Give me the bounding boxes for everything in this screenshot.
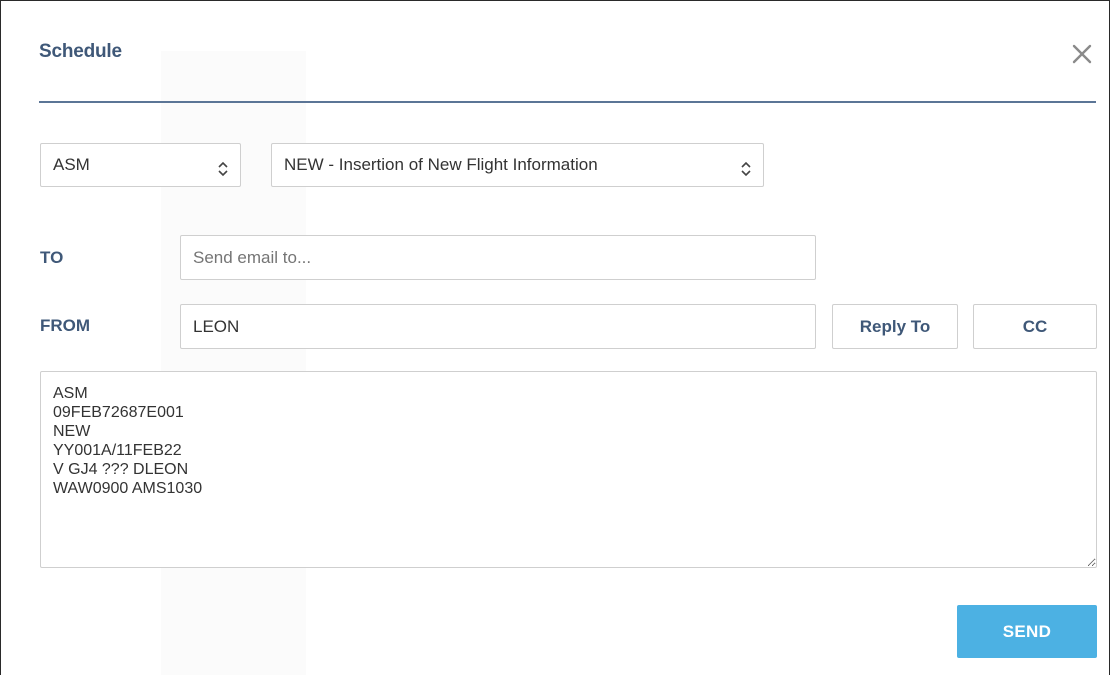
message-type-value: ASM [53, 155, 90, 174]
from-label: FROM [40, 316, 91, 335]
action-type-value: NEW - Insertion of New Flight Informatio… [284, 155, 598, 174]
message-type-select[interactable]: ASM [40, 143, 241, 187]
message-body-textarea[interactable] [40, 371, 1097, 568]
from-input[interactable] [180, 304, 816, 349]
updown-chevron-icon [216, 154, 230, 177]
send-button[interactable]: SEND [957, 605, 1097, 658]
header-divider [39, 101, 1096, 103]
dialog-title: Schedule [39, 41, 122, 62]
cc-button[interactable]: CC [973, 304, 1097, 349]
to-email-input[interactable] [180, 235, 816, 280]
reply-to-button[interactable]: Reply To [832, 304, 958, 349]
close-icon[interactable] [1069, 39, 1097, 69]
to-label: TO [40, 248, 64, 267]
updown-chevron-icon [739, 154, 753, 177]
action-type-select[interactable]: NEW - Insertion of New Flight Informatio… [271, 143, 764, 187]
schedule-dialog: Schedule ASM NEW - Insertion of New Flig… [0, 0, 1110, 675]
